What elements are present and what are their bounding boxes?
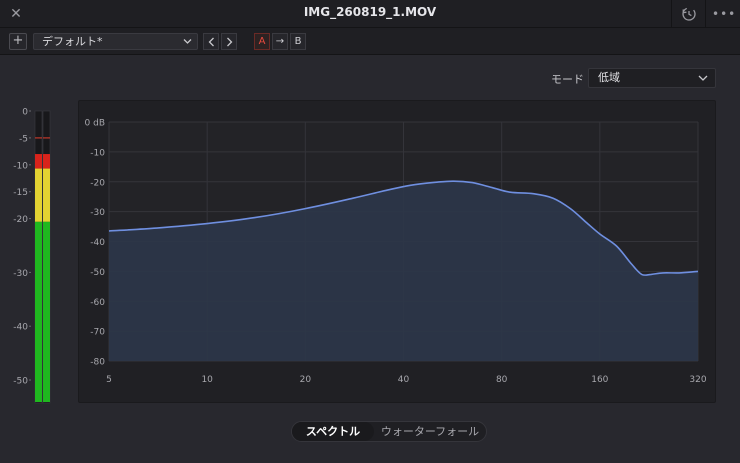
y-tick-label: -80: [90, 358, 105, 368]
x-tick-label: 40: [398, 375, 410, 385]
spectrum-chart: 0 dB -10 -20 -30 -40 -50 -60 -70 -805 10 20 40 80 160…: [85, 119, 707, 386]
next-preset-button[interactable]: [221, 33, 237, 50]
preset-dropdown[interactable]: デフォルト*: [33, 33, 198, 50]
view-toggle: スペクトル ウォーターフォール: [291, 421, 487, 442]
meter-green-segment: [43, 221, 50, 402]
title-divider: [671, 0, 672, 28]
preset-label: デフォルト*: [42, 35, 103, 48]
meter-scale-label: -10: [13, 161, 28, 171]
meter-yellow-segment: [43, 168, 50, 222]
level-meter: 0 -5 -10 -15 -20 -30 -40 -50: [13, 108, 51, 404]
title-bar: ✕ IMG_260819_1.MOV •••: [0, 0, 740, 28]
add-preset-button[interactable]: +: [9, 33, 27, 50]
y-tick-label: -70: [90, 328, 105, 338]
waterfall-view-tab[interactable]: ウォーターフォール: [376, 422, 484, 441]
y-tick-label: -30: [90, 208, 105, 218]
y-tick-label: -40: [90, 238, 105, 248]
meter-scale-label: -5: [19, 134, 28, 144]
compare-a-button[interactable]: A: [254, 33, 270, 50]
history-reset-icon[interactable]: [680, 5, 698, 23]
meter-scale-label: -40: [13, 323, 28, 333]
chevron-right-icon: [227, 37, 233, 47]
mode-dropdown[interactable]: 低域: [588, 68, 716, 88]
y-tick-label: 0 dB: [85, 119, 105, 129]
spectrum-view-tab[interactable]: スペクトル: [292, 422, 374, 441]
compare-b-button[interactable]: B: [290, 33, 306, 50]
y-tick-label: -50: [90, 268, 105, 278]
x-tick-label: 20: [300, 375, 312, 385]
meter-scale-label: -30: [13, 269, 28, 279]
meter-scale-label: -20: [13, 215, 28, 225]
spectrum-panel: 0 dB -10 -20 -30 -40 -50 -60 -70 -80 5 10 20 40 80 160…: [78, 100, 716, 403]
more-options-icon[interactable]: •••: [712, 4, 735, 24]
y-tick-label: -10: [90, 148, 105, 158]
x-tick-label: 5: [106, 375, 112, 385]
meter-red-segment: [43, 154, 50, 169]
meter-scale-label: -50: [13, 377, 28, 387]
previous-preset-button[interactable]: [203, 33, 219, 50]
copy-a-to-b-button[interactable]: →: [272, 33, 288, 50]
x-tick-label: 160: [591, 375, 608, 385]
meter-green-segment: [35, 221, 42, 402]
x-tick-label: 10: [201, 375, 213, 385]
title-divider: [705, 0, 706, 28]
chevron-down-icon: [698, 75, 708, 81]
window-title: IMG_260819_1.MOV: [303, 5, 437, 19]
chevron-down-icon: [183, 39, 192, 44]
mode-label: モード: [551, 73, 584, 86]
mode-value: 低域: [598, 71, 620, 84]
x-tick-label: 80: [496, 375, 508, 385]
y-tick-label: -60: [90, 298, 105, 308]
meter-scale-label: 0: [22, 108, 28, 118]
chevron-left-icon: [208, 37, 214, 47]
preset-toolbar: + デフォルト* A → B: [0, 28, 740, 55]
y-tick-label: -20: [90, 178, 105, 188]
meter-red-segment: [35, 154, 42, 169]
meter-yellow-segment: [35, 168, 42, 222]
x-tick-label: 320: [689, 375, 706, 385]
meter-scale-label: -15: [13, 188, 28, 198]
